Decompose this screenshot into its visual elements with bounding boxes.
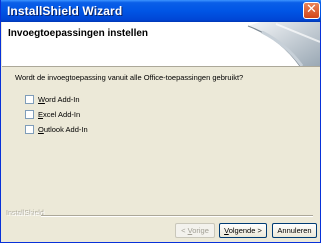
next-button[interactable]: Volgende > bbox=[219, 223, 267, 238]
outlook-label-rest: utlook Add-In bbox=[43, 124, 88, 134]
word-mnemonic: W bbox=[38, 94, 45, 104]
cancel-button[interactable]: Annuleren bbox=[272, 223, 317, 238]
outlook-add-in-checkbox[interactable] bbox=[25, 124, 34, 134]
wizard-header: Invoegtoepassingen instellen bbox=[2, 22, 320, 67]
excel-add-in-checkbox[interactable] bbox=[25, 109, 34, 119]
option-excel-add-in[interactable]: Excel Add-In bbox=[25, 109, 80, 119]
excel-label-rest: xcel Add-In bbox=[43, 109, 81, 119]
question-text: Wordt de invoegtoepassing vanuit alle Of… bbox=[15, 73, 244, 82]
close-button[interactable]: ✕ bbox=[303, 2, 320, 19]
word-add-in-label[interactable]: Word Add-In bbox=[38, 95, 80, 104]
excel-add-in-label[interactable]: Excel Add-In bbox=[38, 110, 80, 119]
cancel-label: Annuleren bbox=[277, 226, 312, 235]
installshield-brand-label: InstallShield bbox=[7, 211, 45, 218]
page-title: Invoegtoepassingen instellen bbox=[8, 28, 149, 39]
option-outlook-add-in[interactable]: Outlook Add-In bbox=[25, 124, 88, 134]
title-bar[interactable]: InstallShield Wizard ✕ bbox=[1, 0, 321, 22]
word-label-rest: ord Add-In bbox=[44, 94, 80, 104]
outlook-add-in-label[interactable]: Outlook Add-In bbox=[38, 125, 88, 134]
footer-divider bbox=[41, 215, 313, 217]
installer-window: InstallShield Wizard ✕ Invoegtoepassinge… bbox=[0, 0, 321, 243]
back-suffix: orige bbox=[192, 226, 209, 235]
back-button[interactable]: < Vorige bbox=[175, 223, 215, 238]
close-icon: ✕ bbox=[306, 2, 317, 17]
option-word-add-in[interactable]: Word Add-In bbox=[25, 94, 80, 104]
word-add-in-checkbox[interactable] bbox=[25, 94, 34, 104]
installer-banner-icon bbox=[247, 22, 320, 66]
window-title: InstallShield Wizard bbox=[7, 4, 123, 18]
next-suffix: olgende > bbox=[228, 226, 262, 235]
